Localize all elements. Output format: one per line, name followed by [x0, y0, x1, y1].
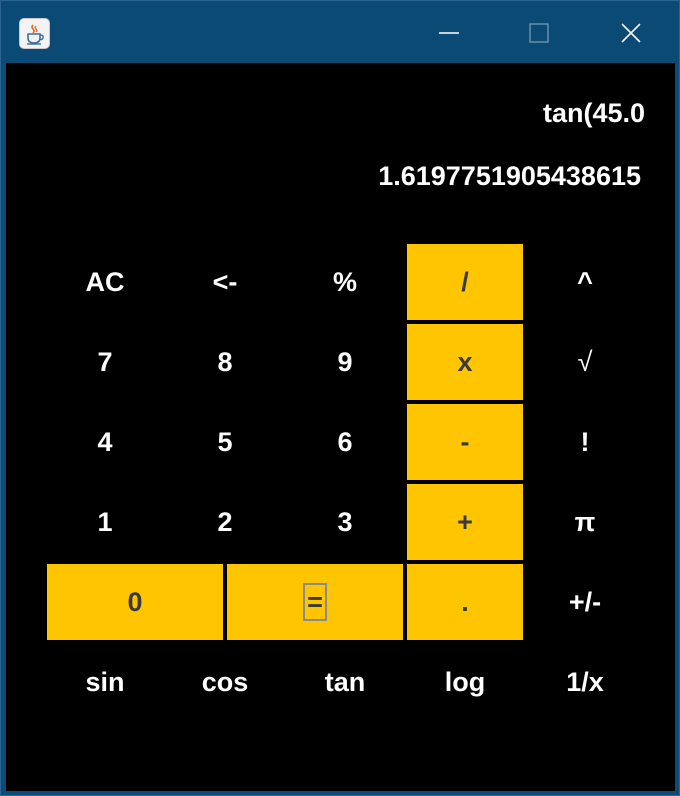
minus-button[interactable]: -	[407, 404, 523, 480]
percent-button[interactable]: %	[287, 244, 403, 320]
result-display: 1.6197751905438615	[378, 161, 641, 191]
tan-button[interactable]: tan	[287, 644, 403, 720]
reciprocal-button[interactable]: 1/x	[527, 644, 643, 720]
minimize-button[interactable]	[426, 9, 472, 57]
factorial-button[interactable]: !	[527, 404, 643, 480]
four-button[interactable]: 4	[47, 404, 163, 480]
close-button[interactable]	[608, 9, 654, 57]
title-bar[interactable]	[1, 1, 679, 63]
maximize-button[interactable]	[516, 9, 562, 57]
log-button[interactable]: log	[407, 644, 523, 720]
maximize-icon	[529, 23, 549, 43]
close-icon	[621, 23, 641, 43]
two-button[interactable]: 2	[167, 484, 283, 560]
three-button[interactable]: 3	[287, 484, 403, 560]
six-button[interactable]: 6	[287, 404, 403, 480]
sqrt-button[interactable]: √	[527, 324, 643, 400]
pi-button[interactable]: π	[527, 484, 643, 560]
equals-button[interactable]: =	[227, 564, 403, 640]
multiply-button[interactable]: x	[407, 324, 523, 400]
divide-button[interactable]: /	[407, 244, 523, 320]
cos-button[interactable]: cos	[167, 644, 283, 720]
expression-display: tan(45.0	[542, 98, 645, 128]
minimize-icon	[439, 32, 459, 34]
ac-button[interactable]: AC	[47, 244, 163, 320]
plus-button[interactable]: +	[407, 484, 523, 560]
backspace-button[interactable]: <-	[167, 244, 283, 320]
nine-button[interactable]: 9	[287, 324, 403, 400]
calculator-window: tan(45.0 1.6197751905438615 AC <- % / ^ …	[0, 0, 680, 796]
five-button[interactable]: 5	[167, 404, 283, 480]
decimal-button[interactable]: .	[407, 564, 523, 640]
equals-label: =	[303, 583, 327, 621]
one-button[interactable]: 1	[47, 484, 163, 560]
zero-button[interactable]: 0	[47, 564, 223, 640]
negate-button[interactable]: +/-	[527, 564, 643, 640]
seven-button[interactable]: 7	[47, 324, 163, 400]
calculator-body: tan(45.0 1.6197751905438615 AC <- % / ^ …	[6, 63, 675, 791]
power-button[interactable]: ^	[527, 244, 643, 320]
java-cup-icon[interactable]	[19, 18, 50, 49]
eight-button[interactable]: 8	[167, 324, 283, 400]
sin-button[interactable]: sin	[47, 644, 163, 720]
